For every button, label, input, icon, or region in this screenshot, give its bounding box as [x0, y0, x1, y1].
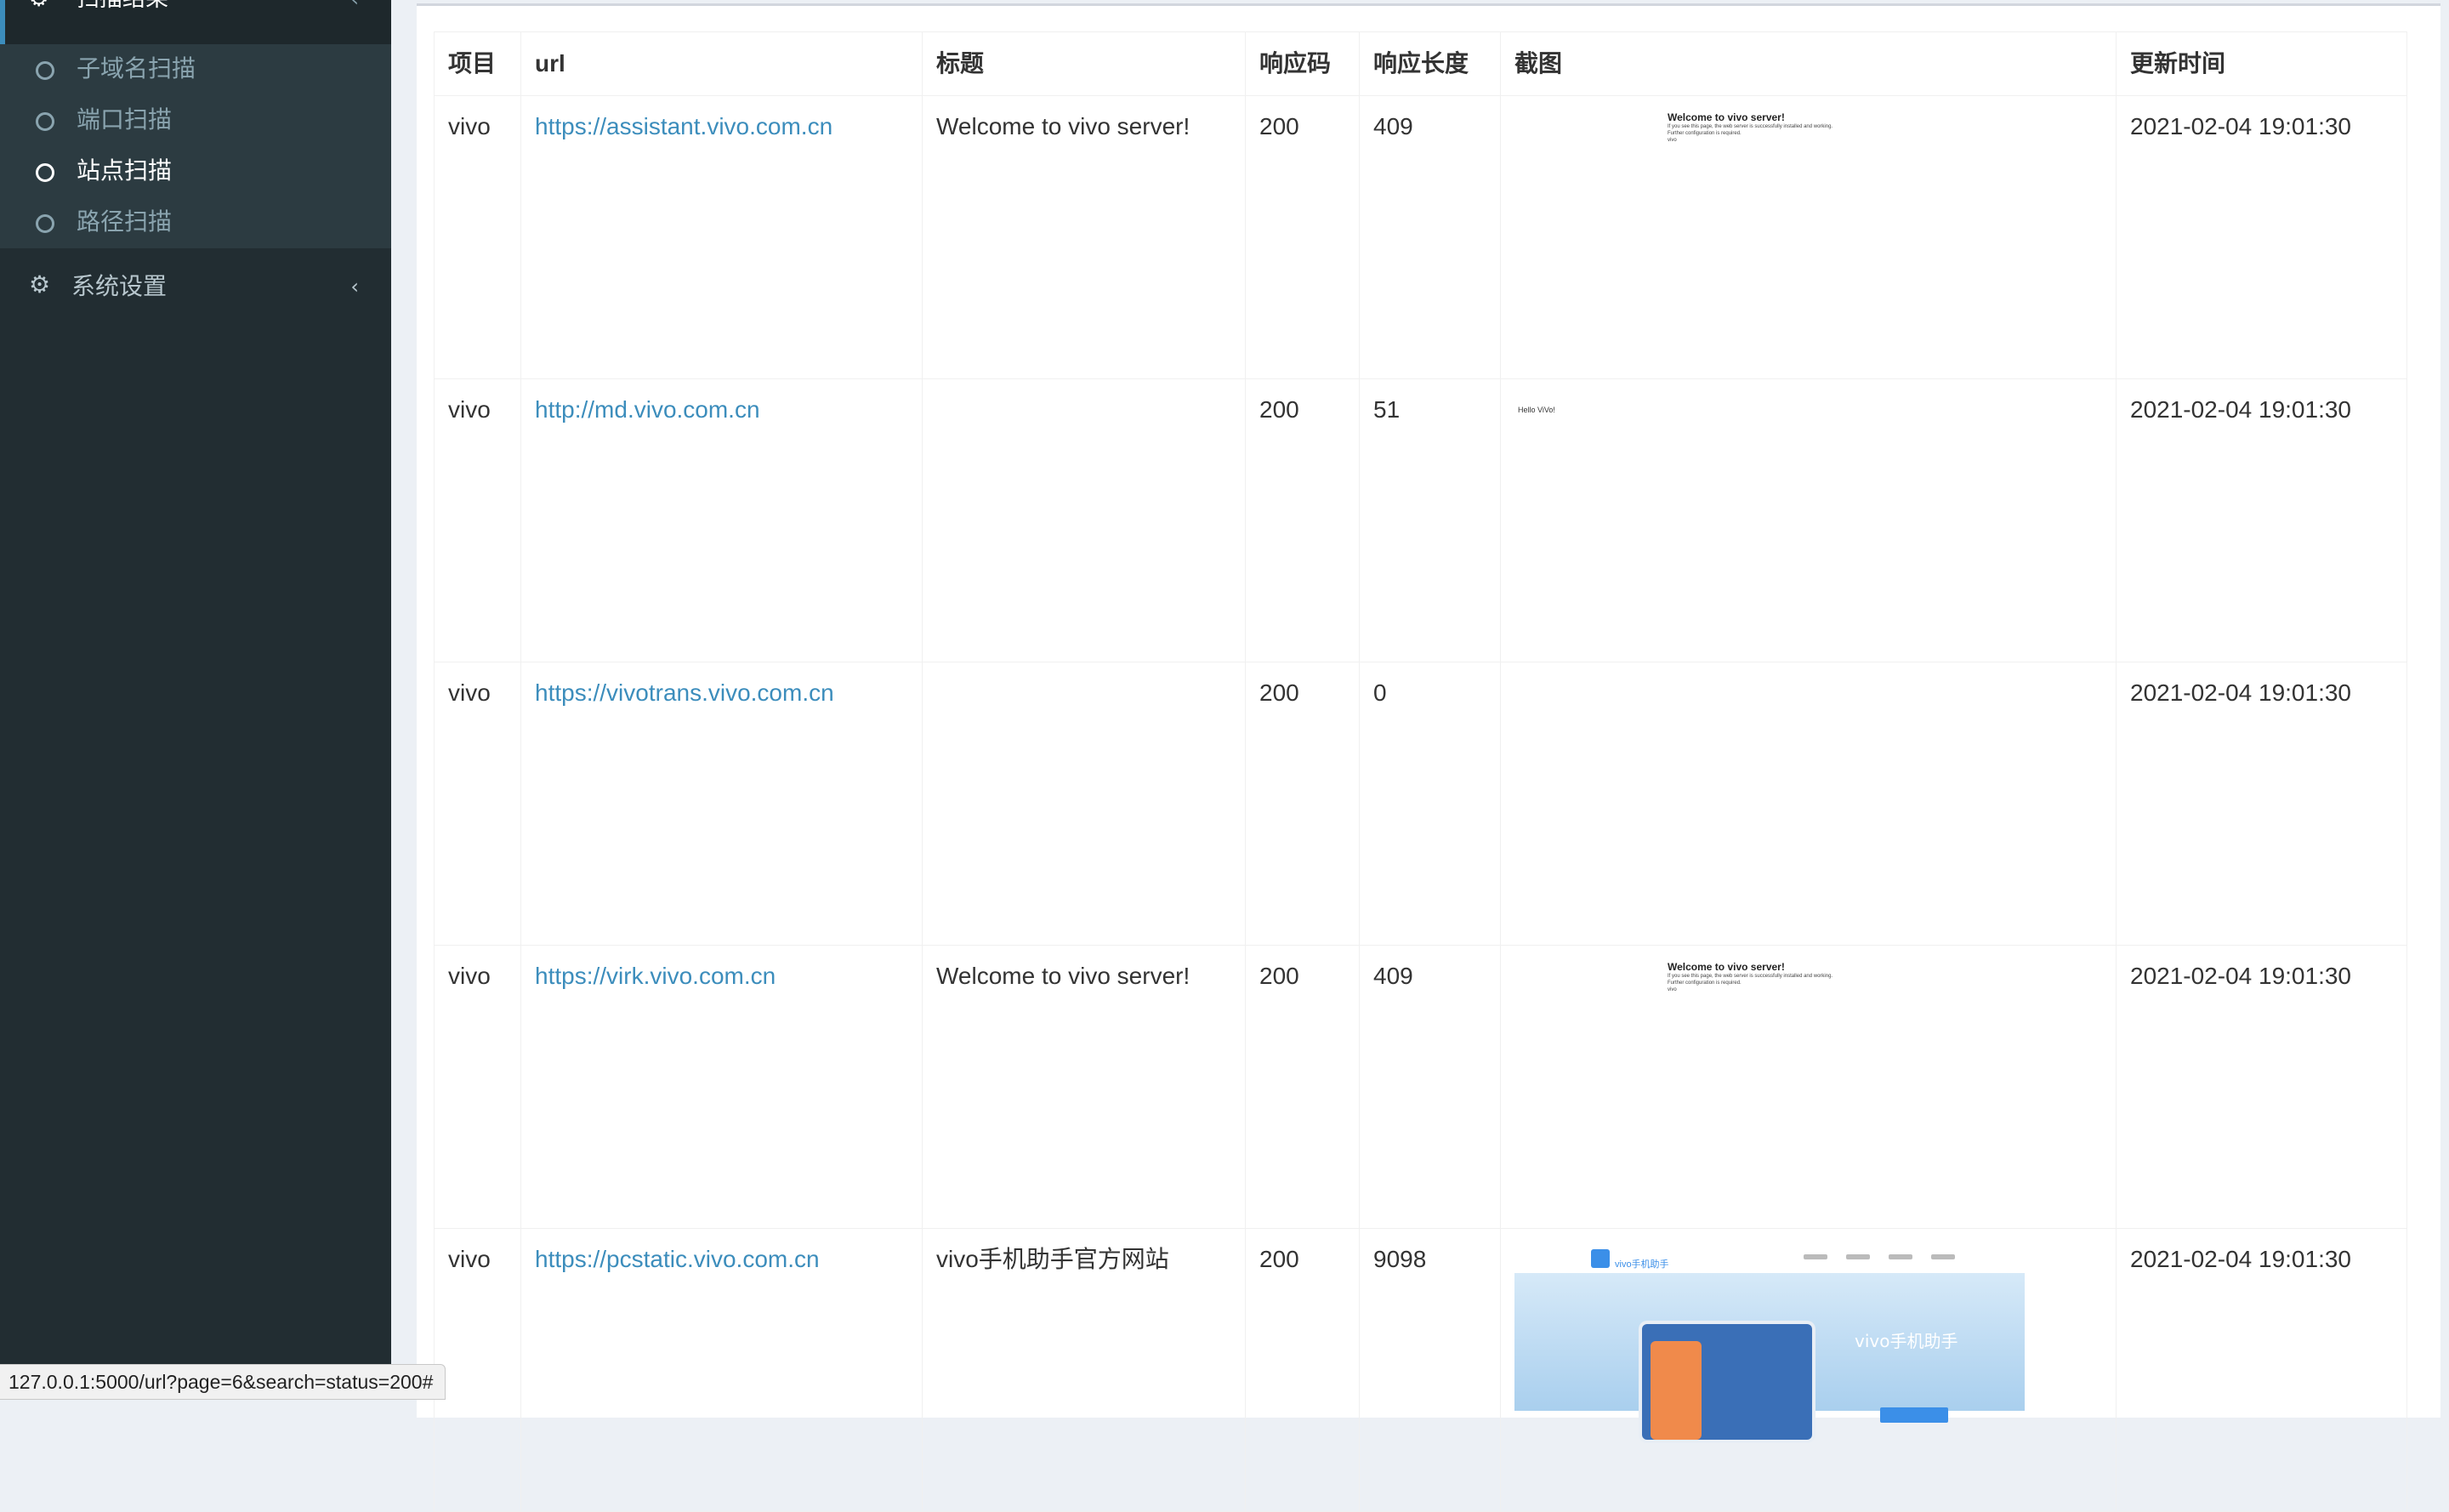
- cell-updated-time: 2021-02-04 19:01:30: [2116, 945, 2407, 1229]
- column-header-title[interactable]: 标题: [922, 31, 1246, 96]
- url-link[interactable]: http://md.vivo.com.cn: [535, 396, 760, 423]
- sidebar-item-port-scan[interactable]: 端口扫描: [0, 97, 391, 148]
- sidebar-section-label: 扫描结果: [77, 0, 168, 14]
- screenshot-thumbnail[interactable]: Hello ViVo!: [1514, 395, 2110, 650]
- cell-updated-time: 2021-02-04 19:01:30: [2116, 662, 2407, 946]
- cell-status-code: 200: [1245, 662, 1360, 946]
- preview-title: Welcome to vivo server!: [1668, 961, 1785, 973]
- results-box: 项目 url 标题 响应码 响应长度 截图 更新时间 vivo https://…: [417, 3, 2440, 1512]
- browser-status-bar: 127.0.0.1:5000/url?page=6&search=status=…: [0, 1364, 446, 1400]
- site-page-preview: vivo手机助手 vivo手机助手: [1514, 1244, 2025, 1440]
- circle-icon: [36, 163, 54, 182]
- sidebar-item-site-scan[interactable]: 站点扫描: [0, 148, 391, 199]
- cell-title: Welcome to vivo server!: [922, 945, 1246, 1229]
- chevron-left-icon: ‹: [350, 0, 359, 10]
- sidebar-section-scan-results[interactable]: ⚙ 扫描结果 ‹: [0, 0, 391, 44]
- cell-updated-time: 2021-02-04 19:01:30: [2116, 1228, 2407, 1512]
- preview-line: If you see this page, the web server is …: [1668, 124, 1833, 129]
- preview-hero-text: vivo手机助手: [1855, 1331, 1958, 1351]
- hello-page-preview: Hello ViVo!: [1518, 406, 1555, 414]
- cell-title: Welcome to vivo server!: [922, 95, 1246, 379]
- screenshot-thumbnail[interactable]: vivo手机助手 vivo手机助手: [1514, 1244, 2110, 1499]
- sidebar-item-label: 子域名扫描: [77, 54, 196, 82]
- chevron-left-icon: ‹: [350, 275, 359, 298]
- sidebar-item-label: 路径扫描: [77, 207, 173, 236]
- table-row: vivo https://vivotrans.vivo.com.cn 200 0…: [434, 662, 2407, 946]
- sidebar-submenu: 子域名扫描 端口扫描 站点扫描 路径扫描: [0, 44, 391, 248]
- table-row: vivo https://virk.vivo.com.cn Welcome to…: [434, 945, 2407, 1229]
- sidebar-item-subdomain-scan[interactable]: 子域名扫描: [0, 46, 391, 97]
- preview-topbar: vivo手机助手: [1514, 1244, 2025, 1273]
- cell-project: vivo: [434, 945, 521, 1229]
- url-link[interactable]: https://assistant.vivo.com.cn: [535, 113, 832, 139]
- url-link[interactable]: https://virk.vivo.com.cn: [535, 963, 776, 989]
- preview-line: If you see this page, the web server is …: [1668, 974, 1833, 979]
- preview-download-button: [1880, 1407, 1948, 1423]
- preview-line: Further configuration is required.: [1668, 131, 1742, 136]
- preview-line: vivo: [1668, 138, 1677, 143]
- gear-icon: ⚙: [29, 270, 51, 298]
- table-row: vivo https://pcstatic.vivo.com.cn vivo手机…: [434, 1228, 2407, 1512]
- cell-updated-time: 2021-02-04 19:01:30: [2116, 95, 2407, 379]
- cell-response-length: 0: [1359, 662, 1501, 946]
- preview-phone: [1651, 1341, 1702, 1440]
- column-header-updated-time[interactable]: 更新时间: [2116, 31, 2407, 96]
- vivo-logo-icon: [1591, 1249, 1610, 1268]
- cell-updated-time: 2021-02-04 19:01:30: [2116, 378, 2407, 662]
- circle-icon: [36, 112, 54, 131]
- preview-line: Further configuration is required.: [1668, 981, 1742, 986]
- cell-title: [922, 662, 1246, 946]
- preview-hero: vivo手机助手: [1514, 1273, 2025, 1440]
- cell-response-length: 409: [1359, 95, 1501, 379]
- welcome-page-preview: Welcome to vivo server! If you see this …: [1668, 111, 1889, 144]
- cell-project: vivo: [434, 95, 521, 379]
- table-row: vivo http://md.vivo.com.cn 200 51 Hello …: [434, 378, 2407, 662]
- column-header-response-length[interactable]: 响应长度: [1359, 31, 1501, 96]
- cell-response-length: 51: [1359, 378, 1501, 662]
- table-header-row: 项目 url 标题 响应码 响应长度 截图 更新时间: [434, 31, 2407, 96]
- cell-project: vivo: [434, 1228, 521, 1512]
- cell-response-length: 9098: [1359, 1228, 1501, 1512]
- column-header-screenshot[interactable]: 截图: [1500, 31, 2117, 96]
- sidebar-item-label: 站点扫描: [77, 156, 173, 185]
- site-scan-table: 项目 url 标题 响应码 响应长度 截图 更新时间 vivo https://…: [434, 31, 2407, 1512]
- column-header-project[interactable]: 项目: [434, 31, 521, 96]
- preview-nav: [1889, 1254, 1912, 1259]
- main-content: 项目 url 标题 响应码 响应长度 截图 更新时间 vivo https://…: [391, 0, 2449, 1512]
- column-header-url[interactable]: url: [520, 31, 923, 96]
- circle-icon: [36, 61, 54, 80]
- cell-title: vivo手机助手官方网站: [922, 1228, 1246, 1512]
- preview-nav: [1804, 1254, 1827, 1259]
- cell-screenshot-empty: [1500, 662, 2117, 946]
- preview-nav: [1846, 1254, 1870, 1259]
- sidebar-item-path-scan[interactable]: 路径扫描: [0, 199, 391, 250]
- preview-title: Welcome to vivo server!: [1668, 111, 1785, 123]
- screenshot-thumbnail[interactable]: Welcome to vivo server! If you see this …: [1514, 111, 2110, 367]
- cell-title: [922, 378, 1246, 662]
- screenshot-thumbnail[interactable]: Welcome to vivo server! If you see this …: [1514, 961, 2110, 1216]
- cell-status-code: 200: [1245, 1228, 1360, 1512]
- preview-nav: [1931, 1254, 1955, 1259]
- sidebar-item-system-settings[interactable]: ⚙ 系统设置 ‹: [0, 260, 391, 311]
- sidebar-item-label: 系统设置: [71, 272, 168, 300]
- cell-project: vivo: [434, 378, 521, 662]
- bug-icon: ⚙: [29, 0, 51, 10]
- preview-line: vivo: [1668, 987, 1677, 992]
- cell-response-length: 409: [1359, 945, 1501, 1229]
- url-link[interactable]: https://pcstatic.vivo.com.cn: [535, 1246, 820, 1272]
- cell-status-code: 200: [1245, 378, 1360, 662]
- sidebar: ⚙ 扫描结果 ‹ 子域名扫描 端口扫描 站点扫描 路径扫描 ⚙ 系统设置 ‹: [0, 0, 391, 1400]
- circle-icon: [36, 214, 54, 233]
- welcome-page-preview: Welcome to vivo server! If you see this …: [1668, 961, 1889, 993]
- cell-status-code: 200: [1245, 945, 1360, 1229]
- sidebar-item-label: 端口扫描: [77, 105, 173, 134]
- cell-project: vivo: [434, 662, 521, 946]
- cell-status-code: 200: [1245, 95, 1360, 379]
- column-header-status-code[interactable]: 响应码: [1245, 31, 1360, 96]
- url-link[interactable]: https://vivotrans.vivo.com.cn: [535, 679, 834, 706]
- table-row: vivo https://assistant.vivo.com.cn Welco…: [434, 95, 2407, 379]
